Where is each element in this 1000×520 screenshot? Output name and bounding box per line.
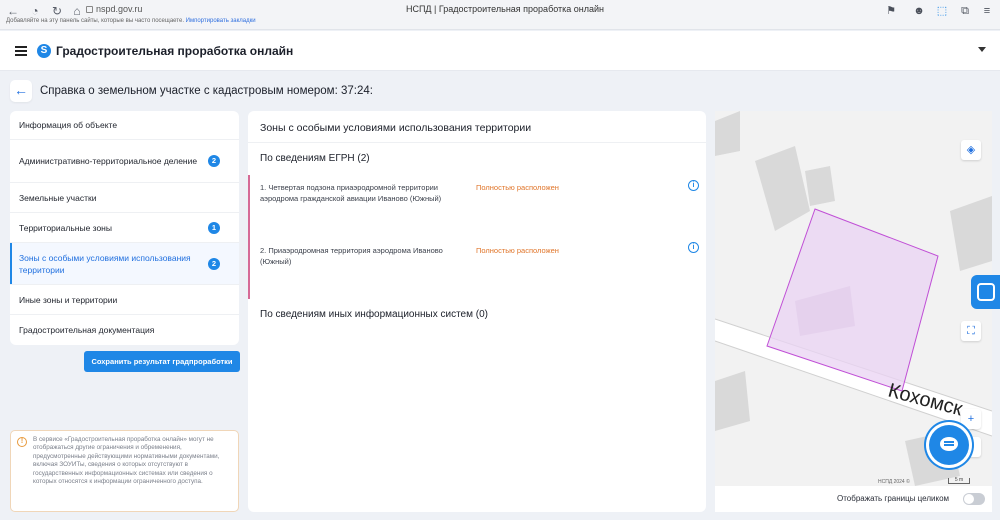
zone-name: 1. Четвертая подзона приаэродромной терр…: [260, 183, 442, 203]
map-footer: Отображать границы целиком: [715, 486, 992, 512]
lock-icon: [86, 6, 93, 13]
egrn-heading: По сведениям ЕГРН (2): [260, 153, 370, 164]
warning-icon: !: [17, 437, 27, 447]
save-result-button[interactable]: Сохранить результат градпроработки: [84, 351, 240, 372]
zones-panel: Зоны с особыми условиями использования т…: [248, 111, 706, 512]
count-badge: 1: [208, 221, 220, 234]
menu-item-label: Градостроительная документация: [19, 325, 155, 335]
profile-icon[interactable]: ☻: [912, 4, 926, 18]
menu-item-label: Земельные участки: [19, 192, 97, 203]
building-shape: [805, 166, 835, 206]
bookmark-icon[interactable]: ⚑: [884, 4, 898, 18]
menu-item-label: Территориальные зоны: [19, 222, 112, 233]
zone-group-bar: [248, 175, 250, 299]
menu-item-label: Информация об объекте: [19, 120, 118, 130]
menu-item-admin-division[interactable]: Административно-территориальное деление …: [10, 140, 239, 183]
info-icon[interactable]: i: [688, 242, 699, 253]
zone-status: Полностью расположен: [476, 183, 559, 192]
other-systems-heading: По сведениям иных информационных систем …: [260, 309, 488, 320]
screenshot-icon[interactable]: ⬚: [935, 4, 949, 18]
menu-item-object-info[interactable]: Информация об объекте: [10, 111, 239, 140]
app-title: Градостроительная проработка онлайн: [56, 44, 294, 58]
account-icon[interactable]: ◔: [28, 4, 42, 18]
info-icon[interactable]: i: [688, 180, 699, 191]
menu-item-urban-docs[interactable]: Градостроительная документация: [10, 315, 239, 345]
show-full-boundaries-toggle[interactable]: [963, 493, 985, 505]
menu-item-other-zones[interactable]: Иные зоны и территории: [10, 285, 239, 315]
reload-icon[interactable]: ↻: [50, 4, 64, 18]
building-shape: [755, 146, 810, 231]
chevron-down-icon[interactable]: [978, 47, 986, 52]
toggle-label: Отображать границы целиком: [837, 494, 950, 503]
chat-icon: [940, 437, 958, 451]
address-bar[interactable]: nspd.gov.ru: [86, 4, 142, 14]
side-panel-tab[interactable]: [971, 275, 1000, 309]
zone-name: 2. Приаэродромная территория аэродрома И…: [260, 246, 443, 266]
back-button[interactable]: ←: [10, 80, 32, 102]
map-copyright: НСПД 2024 ©: [878, 479, 910, 485]
bookmarks-bar: Добавляйте на эту панель сайты, которые …: [6, 18, 256, 24]
section-menu: Информация об объекте Административно-те…: [10, 111, 239, 345]
fullscreen-icon[interactable]: ⛶: [961, 321, 981, 341]
menu-icon[interactable]: ≡: [980, 4, 994, 18]
notice-box: ! В сервисе «Градостроительная проработк…: [10, 430, 239, 512]
extensions-icon[interactable]: ⧉: [958, 4, 972, 18]
app-logo-icon: S: [37, 44, 51, 58]
menu-item-special-zones[interactable]: Зоны с особыми условиями использования т…: [10, 243, 239, 285]
menu-item-label: Административно-территориальное деление: [19, 156, 198, 166]
divider: [248, 142, 706, 143]
browser-toolbar: ← ◔ ↻ ⌂ nspd.gov.ru НСПД | Градостроител…: [0, 0, 1000, 30]
menu-item-land-plots[interactable]: Земельные участки: [10, 183, 239, 213]
browser-tab-title: НСПД | Градостроительная проработка онла…: [405, 4, 605, 14]
home-icon[interactable]: ⌂: [70, 4, 84, 18]
building-shape: [715, 371, 750, 431]
back-icon[interactable]: ←: [6, 4, 20, 18]
panel-title: Зоны с особыми условиями использования т…: [260, 122, 532, 134]
menu-item-territorial-zones[interactable]: Территориальные зоны 1: [10, 213, 239, 243]
hamburger-menu-icon[interactable]: [15, 46, 27, 56]
notice-text: В сервисе «Градостроительная проработка …: [33, 436, 220, 486]
window-icon: [977, 283, 995, 301]
import-bookmarks-link[interactable]: Импортировать закладки: [186, 18, 256, 24]
chat-button[interactable]: [929, 425, 969, 465]
zoom-in-button[interactable]: +: [961, 409, 981, 429]
count-badge: 2: [208, 155, 220, 167]
zone-status: Полностью расположен: [476, 246, 559, 255]
building-shape: [950, 196, 992, 271]
layers-icon[interactable]: ◈: [961, 140, 981, 160]
page-title: Справка о земельном участке с кадастровы…: [40, 85, 373, 97]
map-scale: 5 m: [948, 478, 970, 484]
count-badge: 2: [208, 257, 220, 270]
menu-item-label: Зоны с особыми условиями использования т…: [19, 252, 191, 275]
building-shape: [715, 111, 740, 156]
app-header: S Градостроительная проработка онлайн: [0, 31, 1000, 71]
menu-item-label: Иные зоны и территории: [19, 294, 118, 305]
street-label: Кохомск: [886, 380, 965, 421]
